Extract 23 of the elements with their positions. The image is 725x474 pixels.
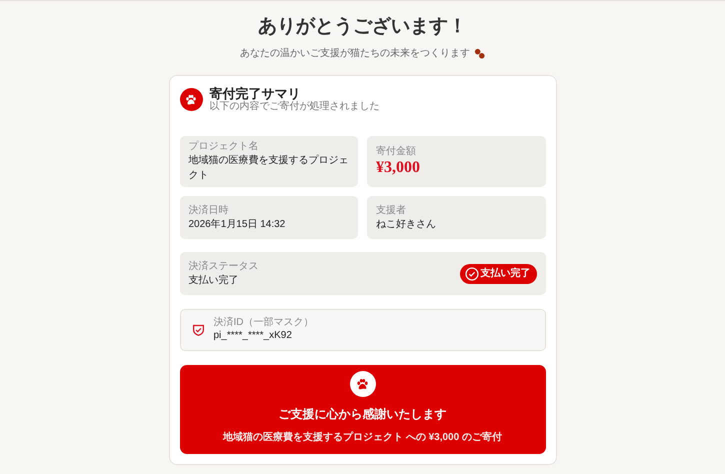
amount-value: ¥3,000 [376,158,421,178]
page-title: ありがとうございます！ [258,15,467,39]
field-value: 2026年1月15日 14:32 [188,218,286,232]
field-label: 決済ID（一部マスク） [214,317,314,329]
summary-title: 寄付完了サマリ [210,86,302,101]
field-value: 支払い完了 [188,274,240,288]
page-subtitle: あなたの温かいご支援が猫たちの未来をつくります [240,46,470,61]
payment-id-value: pi_****_****_xK92 [214,329,293,343]
field-value: ねこ好きさん [376,218,437,232]
thanks-message: 地域猫の医療費を支援するプロジェクト への ¥3,000 のご寄付 [223,430,502,445]
field-value: 地域猫の医療費を支援するプロジェクト [188,154,349,183]
field-label: プロジェクト名 [188,140,260,153]
shield-check-icon [192,323,204,337]
paw-icon [355,376,370,392]
field-label: 決済日時 [188,204,230,216]
field-label: 支援者 [376,204,407,216]
thanks-title: ご支援に心から感謝いたします [278,406,446,423]
field-label: 寄付金額 [376,145,417,158]
status-badge-text: 支払い完了 [480,266,530,281]
field-label: 決済ステータス [188,260,258,272]
paw-icon [184,92,198,106]
check-circle-icon [464,266,478,280]
summary-subtitle: 以下の内容でご寄付が処理されました [210,101,380,113]
